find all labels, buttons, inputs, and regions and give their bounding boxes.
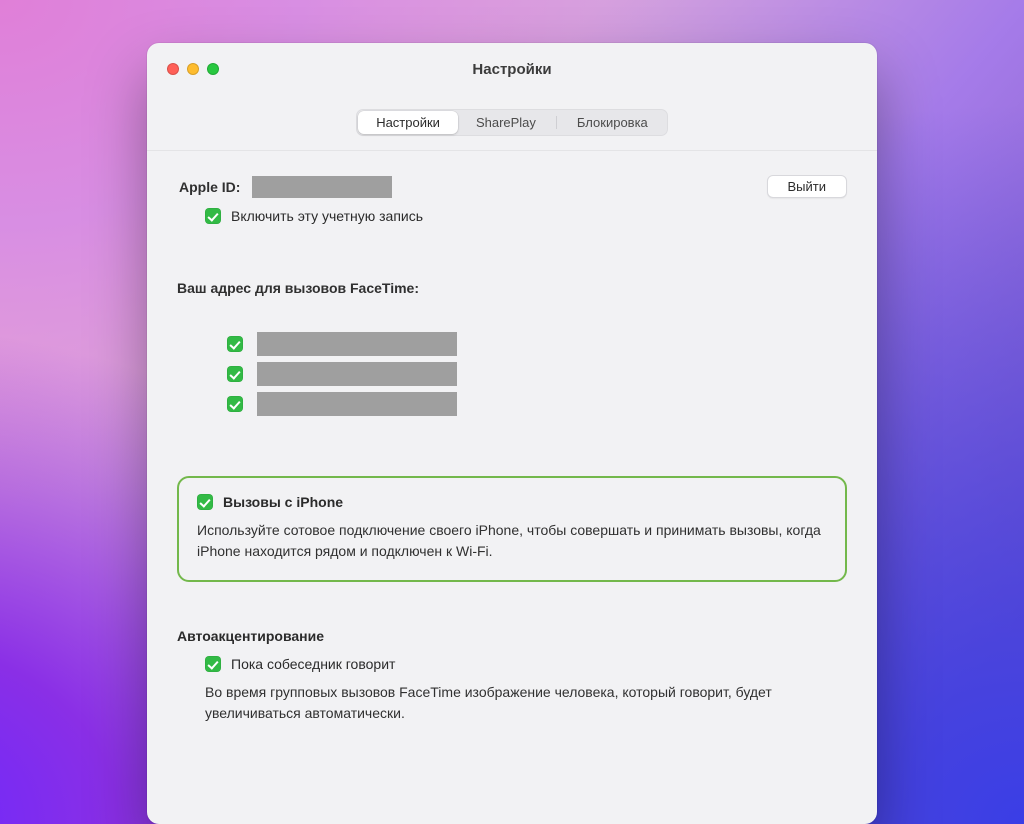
facetime-address-checkbox[interactable] [227, 336, 243, 352]
zoom-icon[interactable] [207, 63, 219, 75]
apple-id-label: Apple ID: [179, 179, 240, 195]
iphone-calls-checkbox[interactable] [197, 494, 213, 510]
apple-id-value-redacted [252, 176, 392, 198]
iphone-calls-highlight: Вызовы с iPhone Используйте сотовое подк… [177, 476, 847, 582]
tab-separator [556, 116, 557, 129]
apple-id-row: Apple ID: Выйти [179, 175, 847, 198]
iphone-calls-description: Используйте сотовое подключение своего i… [197, 520, 827, 562]
enable-account-checkbox[interactable] [205, 208, 221, 224]
tab-blocking[interactable]: Блокировка [559, 111, 666, 134]
tab-settings[interactable]: Настройки [358, 111, 458, 134]
facetime-address-redacted [257, 362, 457, 386]
content-pane: Apple ID: Выйти Включить эту учетную зап… [147, 151, 877, 724]
signout-button[interactable]: Выйти [767, 175, 848, 198]
facetime-address-redacted [257, 392, 457, 416]
facetime-address-checkbox[interactable] [227, 396, 243, 412]
iphone-calls-title: Вызовы с iPhone [223, 494, 343, 510]
tab-strip: Настройки SharePlay Блокировка [356, 109, 668, 136]
enable-account-row: Включить эту учетную запись [205, 208, 847, 224]
window-controls [167, 63, 219, 75]
tab-shareplay[interactable]: SharePlay [458, 111, 554, 134]
auto-prominence-section: Автоакцентирование Пока собеседник говор… [177, 628, 847, 724]
close-icon[interactable] [167, 63, 179, 75]
minimize-icon[interactable] [187, 63, 199, 75]
toolbar: Настройки SharePlay Блокировка [147, 95, 877, 151]
auto-prominence-description: Во время групповых вызовов FaceTime изоб… [205, 682, 847, 724]
facetime-address-redacted [257, 332, 457, 356]
facetime-address-item [227, 332, 847, 356]
facetime-address-item [227, 362, 847, 386]
auto-prominence-checkbox-label: Пока собеседник говорит [231, 656, 395, 672]
facetime-address-item [227, 392, 847, 416]
enable-account-label: Включить эту учетную запись [231, 208, 423, 224]
titlebar: Настройки [147, 43, 877, 95]
preferences-window: Настройки Настройки SharePlay Блокировка… [147, 43, 877, 824]
facetime-addresses-heading: Ваш адрес для вызовов FaceTime: [177, 280, 847, 296]
window-title: Настройки [472, 61, 551, 78]
facetime-address-checkbox[interactable] [227, 366, 243, 382]
auto-prominence-checkbox[interactable] [205, 656, 221, 672]
facetime-address-list [227, 332, 847, 416]
auto-prominence-heading: Автоакцентирование [177, 628, 847, 644]
